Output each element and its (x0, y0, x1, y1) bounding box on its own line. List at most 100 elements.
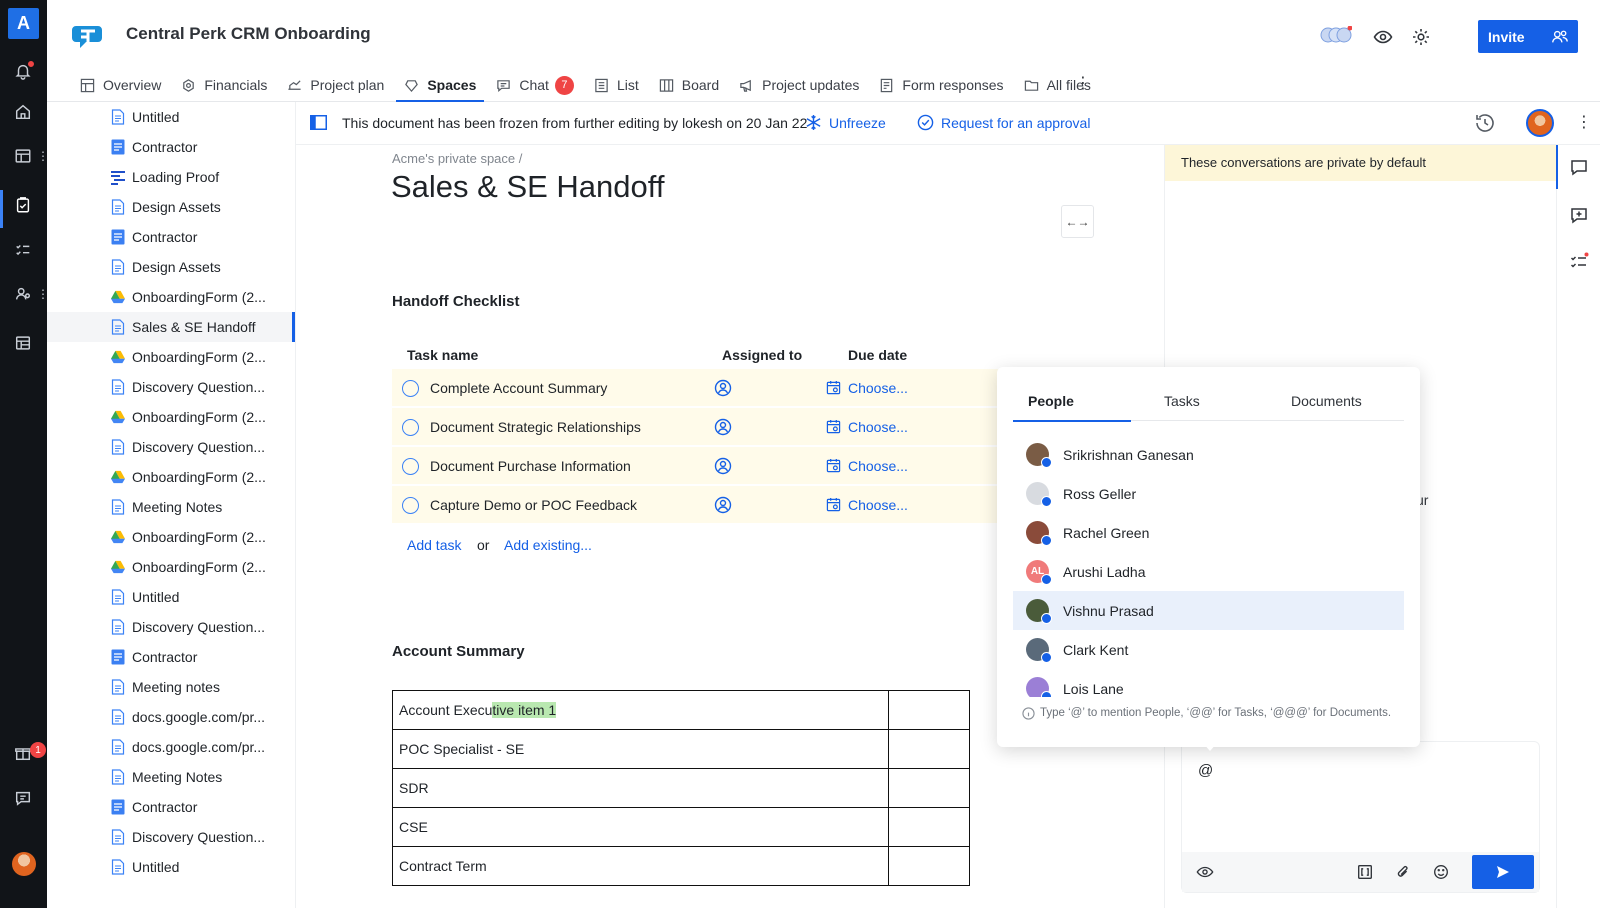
due-date-picker[interactable]: Choose... (826, 458, 908, 474)
due-date-picker[interactable]: Choose... (826, 380, 908, 396)
tree-item[interactable]: Design Assets (47, 252, 295, 282)
tasks-icon[interactable] (1569, 252, 1589, 272)
tab-list[interactable]: List (586, 68, 647, 102)
comments-icon[interactable] (1569, 157, 1589, 177)
tree-item[interactable]: Discovery Question... (47, 372, 295, 402)
tree-item[interactable]: Untitled (47, 582, 295, 612)
summary-label-cell[interactable]: POC Specialist - SE (392, 729, 889, 769)
tree-item[interactable]: Contractor (47, 792, 295, 822)
task-row[interactable]: Complete Account Summary Choose... (392, 369, 1012, 407)
highlighted-text[interactable]: tive item 1 (492, 702, 557, 718)
tree-item[interactable]: OnboardingForm (2... (47, 342, 295, 372)
assign-user-icon[interactable] (714, 457, 732, 475)
add-comment-icon[interactable] (1569, 205, 1589, 225)
mention-tab-documents[interactable]: Documents (1255, 381, 1385, 421)
tree-item[interactable]: Contractor (47, 222, 295, 252)
summary-cell-text[interactable]: POC Specialist - SE (399, 741, 524, 757)
task-name[interactable]: Document Strategic Relationships (430, 419, 641, 435)
summary-cell-text[interactable]: Account Execu (399, 702, 492, 718)
projects-icon[interactable] (14, 196, 34, 216)
tree-item[interactable]: docs.google.com/pr... (47, 702, 295, 732)
team-avatars-icon[interactable] (1320, 26, 1352, 44)
expand-width-icon[interactable]: ←→ (1061, 205, 1094, 238)
summary-cell-text[interactable]: CSE (399, 819, 428, 835)
tab-spaces[interactable]: Spaces (396, 68, 485, 102)
assign-user-icon[interactable] (714, 496, 732, 514)
tree-item[interactable]: Discovery Question... (47, 432, 295, 462)
embed-icon[interactable] (1356, 863, 1374, 881)
templates-icon[interactable] (14, 334, 34, 354)
summary-label-cell[interactable]: Contract Term (392, 846, 889, 886)
mention-tab-people[interactable]: People (1013, 381, 1131, 422)
person-item[interactable]: AL Arushi Ladha (1013, 552, 1404, 591)
task-complete-checkbox[interactable] (402, 497, 419, 514)
attach-icon[interactable] (1394, 863, 1412, 881)
emoji-icon[interactable] (1432, 863, 1450, 881)
tree-item[interactable]: Discovery Question... (47, 612, 295, 642)
tree-item[interactable]: Meeting notes (47, 672, 295, 702)
user-avatar[interactable] (12, 852, 36, 876)
visibility-icon[interactable] (1196, 863, 1214, 881)
tree-item[interactable]: Contractor (47, 642, 295, 672)
eye-icon[interactable] (1373, 27, 1393, 47)
tree-item[interactable]: Contractor (47, 132, 295, 162)
add-existing-link[interactable]: Add existing... (504, 537, 592, 553)
history-icon[interactable] (1474, 112, 1496, 134)
summary-value-cell[interactable] (888, 729, 970, 769)
task-row[interactable]: Document Strategic Relationships Choose..… (392, 408, 1012, 446)
tree-item[interactable]: OnboardingForm (2... (47, 552, 295, 582)
tree-item[interactable]: Untitled (47, 852, 295, 882)
task-row[interactable]: Document Purchase Information Choose... (392, 447, 1012, 485)
tree-item[interactable]: Meeting Notes (47, 762, 295, 792)
summary-value-cell[interactable] (888, 807, 970, 847)
due-date-picker[interactable]: Choose... (826, 497, 908, 513)
tab-overview[interactable]: Overview (72, 68, 169, 102)
summary-cell-text[interactable]: Contract Term (399, 858, 487, 874)
summary-label-cell[interactable]: SDR (392, 768, 889, 808)
task-complete-checkbox[interactable] (402, 458, 419, 475)
due-date-picker[interactable]: Choose... (826, 419, 908, 435)
tree-item[interactable]: Design Assets (47, 192, 295, 222)
summary-label-cell[interactable]: Account Executive item 1 (392, 690, 889, 730)
person-item[interactable]: Srikrishnan Ganesan (1013, 435, 1404, 474)
task-row[interactable]: Capture Demo or POC Feedback Choose... (392, 486, 1012, 524)
tree-item[interactable]: Sales & SE Handoff (47, 312, 295, 342)
message-icon[interactable] (14, 789, 34, 809)
gear-icon[interactable] (1411, 27, 1431, 47)
composer-input[interactable]: @ (1198, 762, 1213, 779)
dashboard-icon[interactable] (14, 147, 34, 167)
task-complete-checkbox[interactable] (402, 419, 419, 436)
app-logo[interactable]: A (8, 8, 39, 39)
tree-item[interactable]: OnboardingForm (2... (47, 462, 295, 492)
send-button[interactable] (1472, 855, 1534, 889)
tab-financials[interactable]: Financials (173, 68, 275, 102)
tree-item[interactable]: OnboardingForm (2... (47, 402, 295, 432)
person-item[interactable]: Clark Kent (1013, 630, 1404, 669)
document-more-icon[interactable]: ⋮ (1576, 112, 1592, 132)
person-item[interactable]: Lois Lane (1013, 669, 1404, 697)
person-item[interactable]: Vishnu Prasad (1013, 591, 1404, 630)
add-task-link[interactable]: Add task (407, 537, 461, 553)
person-item[interactable]: Ross Geller (1013, 474, 1404, 513)
tree-item[interactable]: docs.google.com/pr... (47, 732, 295, 762)
request-approval-link[interactable]: Request for an approval (917, 114, 1090, 131)
task-name[interactable]: Complete Account Summary (430, 380, 607, 396)
assign-user-icon[interactable] (714, 418, 732, 436)
tab-form-responses[interactable]: Form responses (871, 68, 1011, 102)
task-name[interactable]: Capture Demo or POC Feedback (430, 497, 637, 513)
tree-item[interactable]: Untitled (47, 102, 295, 132)
tree-item[interactable]: Discovery Question... (47, 822, 295, 852)
tab-chat[interactable]: Chat 7 (488, 68, 582, 102)
users-icon[interactable] (14, 285, 34, 305)
mention-tab-tasks[interactable]: Tasks (1131, 381, 1255, 421)
summary-value-cell[interactable] (888, 690, 970, 730)
checklist-icon[interactable] (14, 241, 34, 261)
tree-item[interactable]: Meeting Notes (47, 492, 295, 522)
unfreeze-link[interactable]: Unfreeze (806, 114, 886, 131)
person-item[interactable]: Rachel Green (1013, 513, 1404, 552)
current-user-avatar[interactable] (1526, 109, 1554, 137)
summary-value-cell[interactable] (888, 846, 970, 886)
summary-label-cell[interactable]: CSE (392, 807, 889, 847)
tabs-more-icon[interactable]: ⋮ (1075, 73, 1091, 93)
summary-cell-text[interactable]: SDR (399, 780, 429, 796)
